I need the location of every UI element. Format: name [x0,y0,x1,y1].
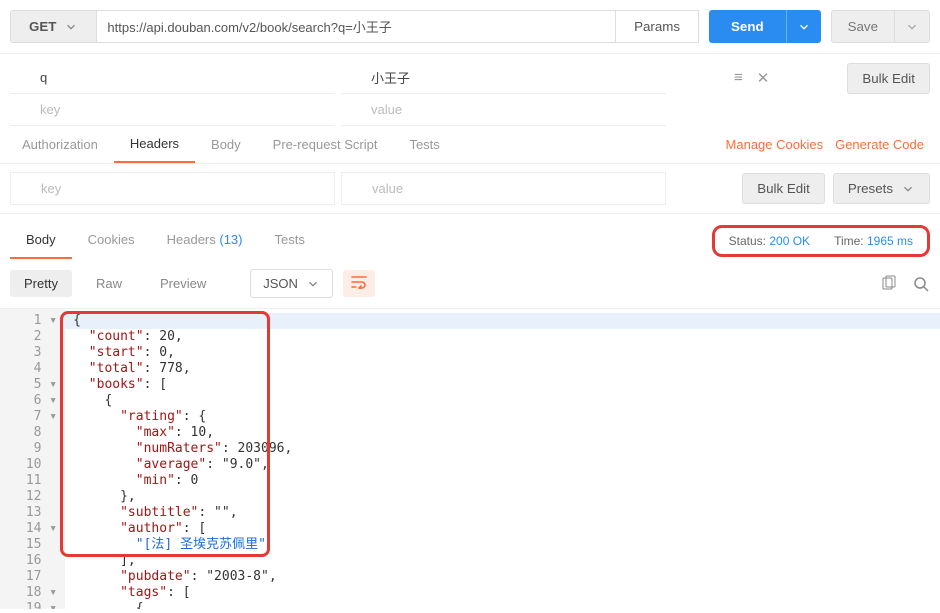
status-value: 200 OK [769,234,810,248]
save-dropdown[interactable] [895,10,930,43]
param-key-input[interactable] [10,94,335,126]
send-dropdown[interactable] [786,10,821,43]
headers-editor: Bulk Edit Presets [0,164,940,214]
resp-tab-cookies[interactable]: Cookies [72,222,151,259]
reorder-icon[interactable]: ≡ [734,69,743,87]
send-button[interactable]: Send [709,10,786,43]
response-body-viewer[interactable]: 1 ▾ 2 3 4 5 ▾ 6 ▾ 7 ▾ 8 9 10 11 12 13 14… [0,309,940,609]
presets-dropdown[interactable]: Presets [833,173,930,204]
status-highlight-box: Status: 200 OK Time: 1965 ms [712,225,930,257]
view-preview[interactable]: Preview [146,270,220,297]
format-label: JSON [263,276,298,291]
request-toolbar: GET Params Send Save [0,0,940,54]
resp-tab-body[interactable]: Body [10,222,72,259]
view-raw[interactable]: Raw [82,270,136,297]
tab-prerequest[interactable]: Pre-request Script [257,127,394,162]
resp-headers-count: (13) [219,232,242,247]
param-value-input[interactable] [341,94,666,126]
header-value-input[interactable] [341,172,666,205]
tab-tests[interactable]: Tests [393,127,455,162]
search-icon[interactable] [912,275,930,293]
manage-cookies-link[interactable]: Manage Cookies [726,137,824,152]
response-bar: Body Cookies Headers (13) Tests Status: … [0,214,940,259]
chevron-down-icon [797,20,811,34]
param-value-input[interactable] [341,62,666,94]
bulk-edit-button[interactable]: Bulk Edit [847,63,930,94]
tab-authorization[interactable]: Authorization [6,127,114,162]
body-view-bar: Pretty Raw Preview JSON [0,259,940,309]
resp-headers-label: Headers [167,232,216,247]
chevron-down-icon [64,20,78,34]
presets-label: Presets [848,181,893,196]
param-row-new [10,94,930,126]
url-input[interactable] [97,10,616,43]
chevron-down-icon [901,182,915,196]
chevron-down-icon [905,20,919,34]
generate-code-link[interactable]: Generate Code [835,137,924,152]
resp-tab-headers[interactable]: Headers (13) [151,222,259,259]
line-gutter: 1 ▾ 2 3 4 5 ▾ 6 ▾ 7 ▾ 8 9 10 11 12 13 14… [0,309,65,609]
wrap-lines-button[interactable] [343,270,375,297]
param-row: ≡ ✕ Bulk Edit [10,62,930,94]
view-pretty[interactable]: Pretty [10,270,72,297]
save-button[interactable]: Save [831,10,895,43]
format-dropdown[interactable]: JSON [250,269,333,298]
header-key-input[interactable] [10,172,335,205]
chevron-down-icon [306,277,320,291]
code-content[interactable]: { "count": 20, "start": 0, "total": 778,… [65,309,940,609]
delete-row-icon[interactable]: ✕ [757,69,770,87]
time-value: 1965 ms [867,234,913,248]
headers-bulk-edit-button[interactable]: Bulk Edit [742,173,825,204]
method-label: GET [29,19,56,34]
tab-headers[interactable]: Headers [114,126,195,163]
request-tabs: Authorization Headers Body Pre-request S… [0,126,940,164]
wrap-icon [351,275,367,289]
copy-icon[interactable] [880,275,898,293]
params-section: ≡ ✕ Bulk Edit [0,54,940,126]
param-key-input[interactable] [10,62,335,94]
tab-body[interactable]: Body [195,127,257,162]
resp-tab-tests[interactable]: Tests [259,222,321,259]
params-button[interactable]: Params [616,10,699,43]
time-label: Time: [834,234,864,248]
method-dropdown[interactable]: GET [10,10,97,43]
status-label: Status: [729,234,766,248]
